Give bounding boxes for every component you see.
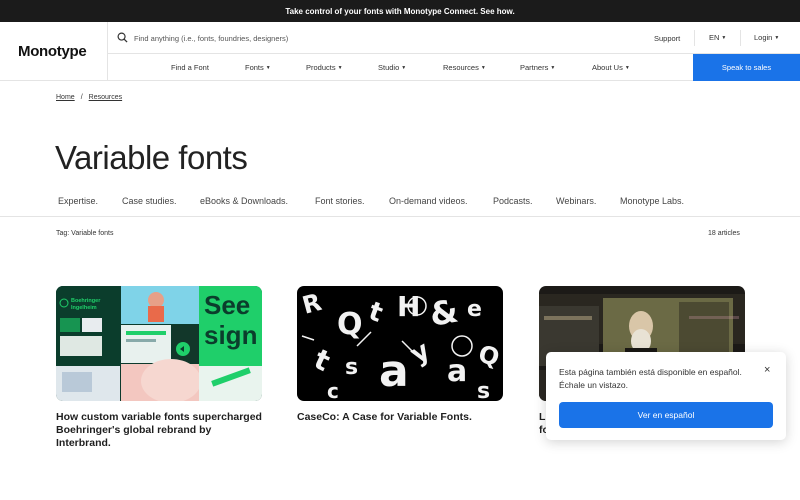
nav-partners[interactable]: Partners ▼ [520, 63, 555, 72]
chevron-down-icon: ▼ [480, 65, 486, 71]
language-selector[interactable]: EN ▼ [709, 33, 726, 42]
breadcrumb-home[interactable]: Home [56, 94, 75, 101]
search-row: Support EN▼ Login▼ [108, 22, 800, 54]
article-card[interactable]: Boehringer Ingelheim See sign How custom… [56, 286, 262, 450]
variable-glyphs-image: R Q t H & e t s a y a Q c s [297, 286, 503, 401]
nav-products[interactable]: Products ▼ [306, 63, 343, 72]
search-input[interactable] [134, 30, 384, 46]
image-text-brand: Boehringer Ingelheim [71, 298, 101, 311]
category-expertise[interactable]: Expertise. [58, 196, 98, 206]
cta-label: Speak to sales [721, 63, 772, 72]
image-text-sign: sign [204, 320, 258, 350]
logo[interactable]: Monotype [18, 43, 87, 60]
breadcrumb-separator: / [80, 94, 83, 101]
popup-button-label: Ver en español [637, 410, 695, 420]
logo-container[interactable]: Monotype [0, 22, 108, 81]
svg-text:s: s [477, 379, 490, 401]
announcement-text[interactable]: Take control of your fonts with Monotype… [285, 7, 514, 16]
search-icon[interactable] [117, 32, 128, 43]
login-label: Login [754, 33, 773, 42]
image-text-see: See [204, 290, 251, 320]
tag-label: Tag: Variable fonts [56, 230, 114, 237]
speak-to-sales-button[interactable]: Speak to sales [693, 54, 800, 81]
login-link[interactable]: Login ▼ [754, 33, 779, 42]
divider [694, 30, 695, 46]
nav-label: Products [306, 63, 336, 72]
breadcrumb-resources[interactable]: Resources [89, 94, 122, 101]
nav-resources[interactable]: Resources ▼ [443, 63, 486, 72]
article-title[interactable]: CaseCo: A Case for Variable Fonts. [297, 411, 503, 424]
nav-find-a-font[interactable]: Find a Font [171, 63, 209, 72]
main-nav: Find a Font Fonts ▼ Products ▼ Studio ▼ Res… [108, 54, 800, 81]
language-label: EN [709, 33, 720, 42]
category-font-stories[interactable]: Font stories. [315, 196, 365, 206]
chevron-down-icon: ▼ [265, 65, 271, 71]
nav-label: Partners [520, 63, 549, 72]
category-monotype-labs[interactable]: Monotype Labs. [620, 196, 684, 206]
svg-text:a: a [379, 346, 409, 397]
chevron-down-icon: ▼ [624, 65, 630, 71]
nav-label: Resources [443, 63, 479, 72]
announcement-bar[interactable]: Take control of your fonts with Monotype… [0, 0, 800, 22]
view-in-spanish-button[interactable]: Ver en español [559, 402, 773, 428]
chevron-down-icon: ▼ [550, 65, 556, 71]
nav-about-us[interactable]: About Us ▼ [592, 63, 630, 72]
category-ebooks[interactable]: eBooks & Downloads. [200, 196, 288, 206]
divider [740, 30, 741, 46]
breadcrumb: Home / Resources [56, 94, 122, 101]
article-card[interactable]: R Q t H & e t s a y a Q c s CaseCo: A Ca… [297, 286, 503, 424]
category-podcasts[interactable]: Podcasts. [493, 196, 533, 206]
article-title[interactable]: How custom variable fonts supercharged B… [56, 411, 262, 450]
nav-label: About Us [592, 63, 623, 72]
svg-text:e: e [467, 297, 482, 322]
nav-fonts[interactable]: Fonts ▼ [245, 63, 271, 72]
support-link[interactable]: Support [654, 34, 680, 43]
article-image[interactable]: R Q t H & e t s a y a Q c s [297, 286, 503, 401]
site-header: Monotype Support EN▼ Login▼ Find a Font … [0, 22, 800, 81]
svg-text:Q: Q [337, 307, 363, 342]
close-icon[interactable]: × [764, 364, 770, 376]
svg-text:s: s [345, 355, 358, 380]
article-count: 18 articles [708, 230, 740, 237]
category-case-studies[interactable]: Case studies. [122, 196, 177, 206]
page-title: Variable fonts [55, 139, 248, 176]
chevron-down-icon: ▼ [774, 35, 780, 41]
chevron-down-icon: ▼ [401, 65, 407, 71]
nav-label: Find a Font [171, 63, 209, 72]
nav-studio[interactable]: Studio ▼ [378, 63, 406, 72]
article-image[interactable]: Boehringer Ingelheim See sign [56, 286, 262, 401]
chevron-down-icon: ▼ [337, 65, 343, 71]
nav-label: Fonts [245, 63, 264, 72]
popup-message: Esta página también está disponible en e… [559, 367, 742, 390]
nav-label: Studio [378, 63, 400, 72]
language-suggestion-popup: Esta página también está disponible en e… [546, 352, 786, 440]
category-tabs: Expertise. Case studies. eBooks & Downlo… [0, 190, 800, 217]
chevron-down-icon: ▼ [721, 35, 727, 41]
category-webinars[interactable]: Webinars. [556, 196, 596, 206]
category-on-demand-videos[interactable]: On-demand videos. [389, 196, 468, 206]
svg-text:c: c [327, 379, 339, 401]
svg-text:a: a [447, 354, 467, 389]
